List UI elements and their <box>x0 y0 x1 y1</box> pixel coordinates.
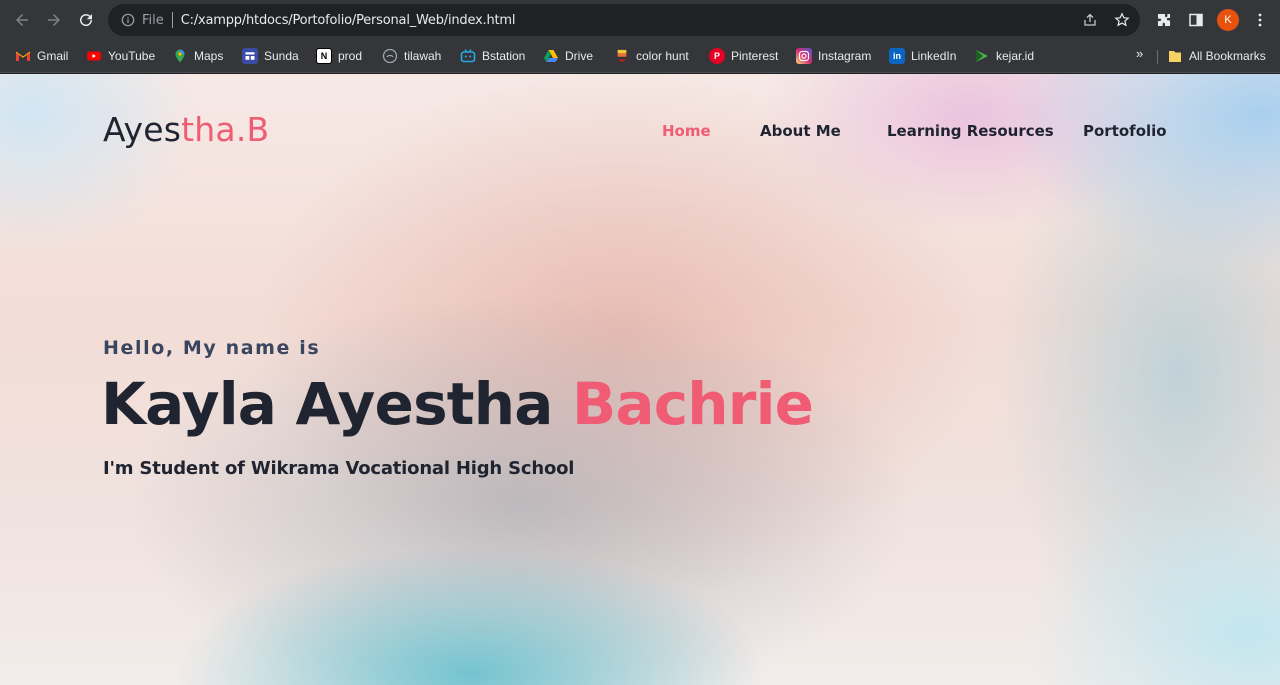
omnibox-divider <box>171 12 173 28</box>
side-panel-icon <box>1189 13 1203 27</box>
bookmark-label: Gmail <box>37 49 69 63</box>
bookmark-instagram[interactable]: Instagram <box>796 46 871 66</box>
bookmark-label: Instagram <box>818 49 872 63</box>
arrow-right-icon <box>48 14 60 26</box>
kejar-icon <box>974 48 990 64</box>
side-panel-button[interactable] <box>1180 4 1212 36</box>
bookmark-youtube[interactable]: YouTube <box>86 46 155 66</box>
bookmark-label: tilawah <box>404 49 442 63</box>
bookmark-label: color hunt <box>636 49 689 63</box>
bookmark-label: kejar.id <box>996 49 1035 63</box>
bookmarks-bar: Gmail YouTube Maps Sunda N prod tilawah … <box>0 40 1280 73</box>
gmail-icon <box>15 48 31 64</box>
bookmark-gmail[interactable]: Gmail <box>15 46 68 66</box>
hero-name-main: Kayla Ayestha <box>101 370 572 438</box>
url-text[interactable]: C:/xampp/htdocs/Portofolio/Personal_Web/… <box>181 13 516 28</box>
colorhunt-icon <box>614 48 630 64</box>
bookmarks-divider <box>1157 50 1158 64</box>
notion-icon: N <box>316 48 332 64</box>
nav-home[interactable]: Home <box>662 122 711 140</box>
bookmark-label: YouTube <box>108 49 156 63</box>
forward-button[interactable] <box>38 4 70 36</box>
bookmark-label: prod <box>338 49 363 63</box>
bookmark-linkedin[interactable]: in LinkedIn <box>889 46 956 66</box>
instagram-icon <box>796 48 812 64</box>
linkedin-icon: in <box>889 48 905 64</box>
puzzle-icon <box>1158 14 1170 26</box>
profile-button[interactable]: K <box>1212 4 1244 36</box>
bookmark-label: Bstation <box>482 49 526 63</box>
bookmark-star-button[interactable] <box>1110 8 1134 32</box>
bookmark-label: Maps <box>194 49 224 63</box>
reload-button[interactable] <box>70 4 102 36</box>
scheme-label: File <box>142 12 164 28</box>
youtube-icon <box>86 48 102 64</box>
all-bookmarks-button[interactable]: All Bookmarks <box>1167 46 1266 66</box>
hero-name-accent: Bachrie <box>571 370 814 438</box>
logo-text-accent: tha.B <box>181 110 270 149</box>
back-button[interactable] <box>6 4 38 36</box>
nav-learning-resources[interactable]: Learning Resources <box>887 122 1054 140</box>
hero-subtitle: I'm Student of Wikrama Vocational High S… <box>103 458 575 479</box>
bookmark-prod[interactable]: N prod <box>316 46 362 66</box>
sunda-icon <box>242 48 258 64</box>
folder-icon <box>1167 48 1183 64</box>
arrow-left-icon <box>16 14 28 26</box>
bookmark-maps[interactable]: Maps <box>172 46 223 66</box>
share-icon <box>1084 13 1096 26</box>
bookmark-kejar[interactable]: kejar.id <box>974 46 1034 66</box>
bookmark-color-hunt[interactable]: color hunt <box>614 46 689 66</box>
kebab-menu-icon <box>1258 13 1262 27</box>
reload-icon <box>80 14 93 27</box>
maps-icon <box>172 48 188 64</box>
bookmark-sunda[interactable]: Sunda <box>242 46 299 66</box>
bookmark-label: Sunda <box>264 49 299 63</box>
star-icon <box>1114 12 1130 27</box>
menu-button[interactable] <box>1244 4 1276 36</box>
address-bar[interactable]: File C:/xampp/htdocs/Portofolio/Personal… <box>108 4 1140 36</box>
nav-portofolio[interactable]: Portofolio <box>1083 122 1167 140</box>
pinterest-icon: P <box>709 48 725 64</box>
bookmark-tilawah[interactable]: tilawah <box>382 46 441 66</box>
bookmark-pinterest[interactable]: P Pinterest <box>709 46 778 66</box>
tilawah-icon <box>382 48 398 64</box>
bstation-icon <box>460 48 476 64</box>
logo-text-main: Ayes <box>103 110 182 149</box>
info-icon[interactable] <box>120 12 136 28</box>
hero-greeting: Hello, My name is <box>103 337 321 359</box>
drive-icon <box>543 48 559 64</box>
extensions-button[interactable] <box>1148 4 1180 36</box>
avatar: K <box>1217 9 1239 31</box>
share-button[interactable] <box>1078 8 1102 32</box>
more-bookmarks-button[interactable]: » <box>1136 46 1143 61</box>
bookmark-label: Drive <box>565 49 594 63</box>
bookmark-label: Pinterest <box>731 49 779 63</box>
hero-name: Kayla Ayestha Bachrie <box>101 370 814 438</box>
nav-about-me[interactable]: About Me <box>760 122 841 140</box>
page-viewport: Ayestha.B Home About Me Learning Resourc… <box>0 74 1280 685</box>
site-logo[interactable]: Ayestha.B <box>103 110 269 149</box>
bookmark-label: All Bookmarks <box>1189 49 1266 63</box>
bookmark-label: LinkedIn <box>911 49 957 63</box>
bookmark-bstation[interactable]: Bstation <box>460 46 525 66</box>
bookmark-drive[interactable]: Drive <box>543 46 593 66</box>
browser-toolbar: File C:/xampp/htdocs/Portofolio/Personal… <box>0 0 1280 40</box>
